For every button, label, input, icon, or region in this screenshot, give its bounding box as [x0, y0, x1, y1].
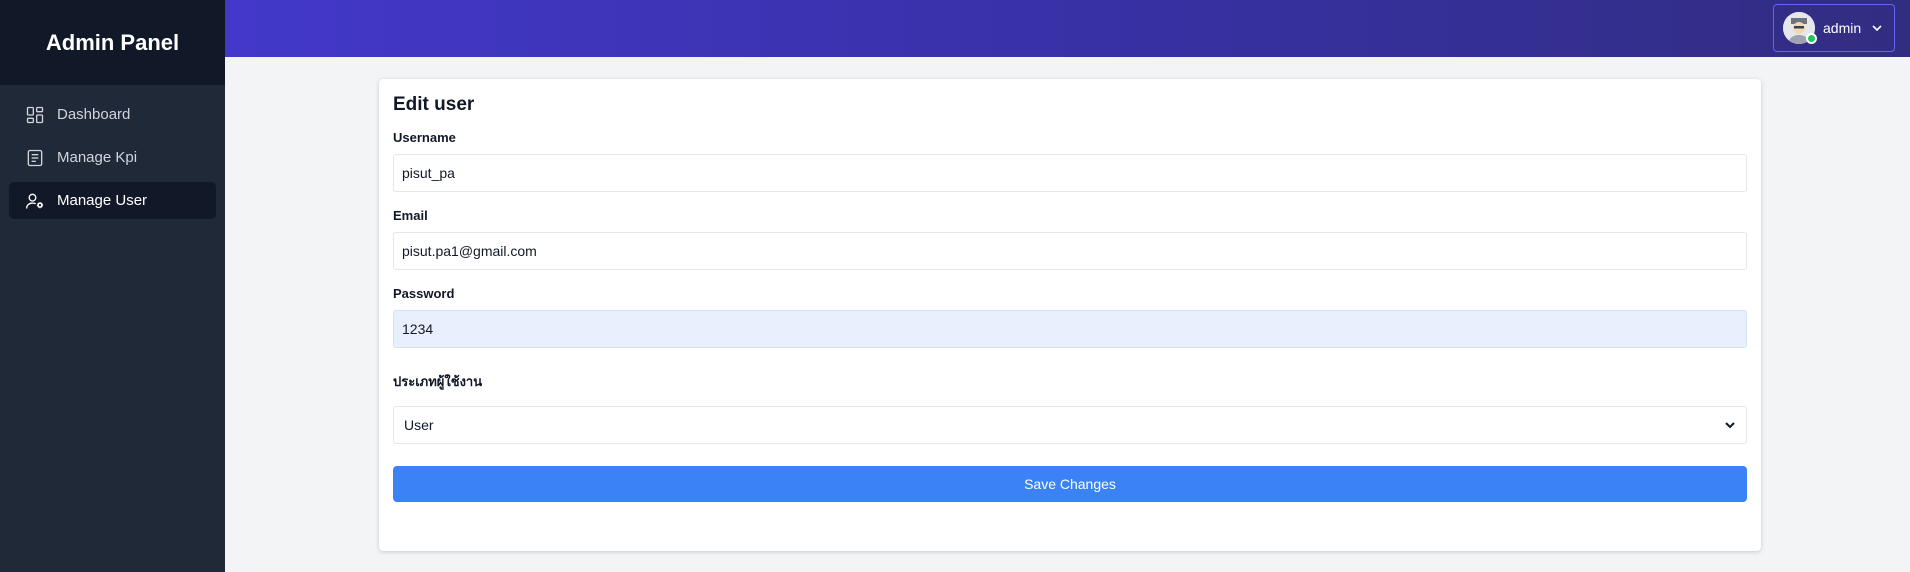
edit-user-card: Edit user Username Email Password ประเภท…	[379, 79, 1761, 551]
avatar-icon	[1783, 12, 1817, 44]
email-group: Email	[393, 208, 1747, 270]
sidebar-item-dashboard[interactable]: Dashboard	[9, 96, 216, 133]
sidebar: Admin Panel Dashboard Manage Kpi Manage …	[0, 0, 225, 572]
sidebar-item-manage-kpi[interactable]: Manage Kpi	[9, 139, 216, 176]
sidebar-item-label: Manage User	[57, 192, 148, 209]
online-status-dot	[1806, 33, 1817, 44]
sidebar-nav: Dashboard Manage Kpi Manage User	[0, 85, 225, 219]
chevron-down-icon	[1724, 419, 1736, 431]
list-icon	[25, 148, 45, 168]
user-type-selected-value: User	[404, 417, 434, 433]
user-type-label: ประเภทผู้ใช้งาน	[393, 374, 483, 389]
sidebar-item-manage-user[interactable]: Manage User	[9, 182, 216, 219]
dashboard-icon	[25, 105, 45, 125]
username-label: Username	[393, 130, 456, 145]
password-label: Password	[393, 286, 455, 301]
user-cog-icon	[25, 191, 45, 211]
password-field[interactable]	[393, 310, 1747, 348]
page-title: Edit user	[393, 94, 475, 115]
user-name: admin	[1823, 20, 1862, 36]
email-field[interactable]	[393, 232, 1747, 270]
email-label: Email	[393, 208, 428, 223]
sidebar-item-label: Dashboard	[57, 106, 131, 123]
username-group: Username	[393, 130, 1747, 192]
save-changes-button[interactable]: Save Changes	[393, 466, 1747, 502]
top-bar: admin	[225, 0, 1910, 57]
username-field[interactable]	[393, 154, 1747, 192]
brand-title: Admin Panel	[0, 0, 225, 85]
chevron-down-icon	[1871, 22, 1883, 34]
sidebar-item-label: Manage Kpi	[57, 149, 138, 166]
user-menu-button[interactable]: admin	[1773, 4, 1895, 52]
user-type-group: ประเภทผู้ใช้งาน User	[393, 371, 1747, 444]
user-type-select[interactable]: User	[393, 406, 1747, 444]
password-group: Password	[393, 286, 1747, 348]
